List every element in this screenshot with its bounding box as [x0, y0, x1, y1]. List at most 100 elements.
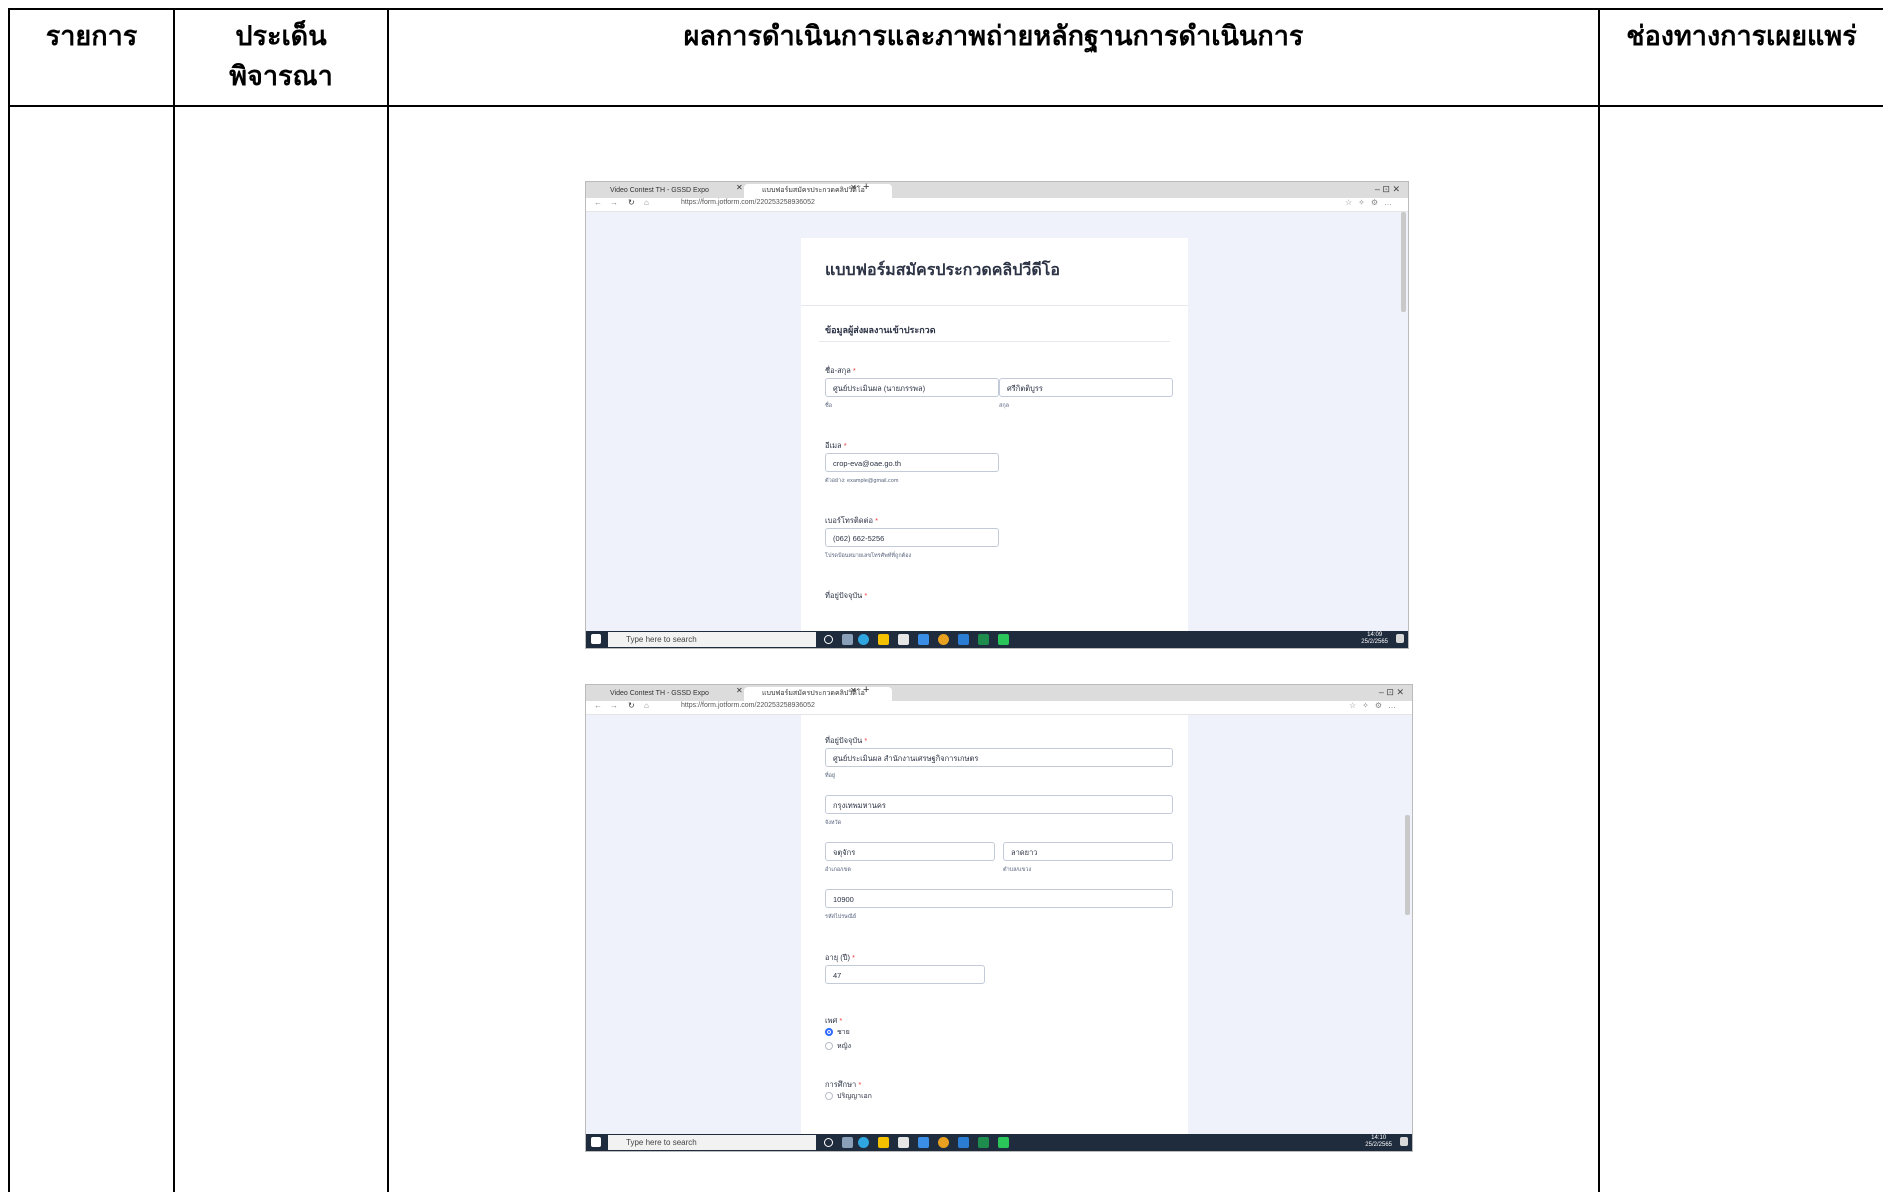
- back-icon[interactable]: ←: [594, 701, 602, 710]
- browser-tools-icon[interactable]: ☆✧⚙…: [1345, 198, 1398, 207]
- task-view-icon[interactable]: [842, 634, 853, 645]
- scrollbar[interactable]: [1401, 212, 1406, 312]
- chrome-icon[interactable]: [938, 1137, 949, 1148]
- cortana-icon[interactable]: [824, 1138, 833, 1147]
- taskbar-clock[interactable]: 14:10 25/2/2565: [1365, 1135, 1392, 1149]
- tab-video-contest[interactable]: Video Contest TH - GSSD Expo: [592, 184, 709, 198]
- close-icon[interactable]: ✕: [736, 183, 743, 192]
- browser-tabbar: Video Contest TH - GSSD Expo ✕ แบบฟอร์มส…: [586, 182, 1408, 198]
- name-label: ชื่อ-สกุล *: [825, 366, 856, 375]
- header-item: รายการ: [45, 21, 138, 52]
- edge-icon[interactable]: [858, 1137, 869, 1148]
- subdistrict-field[interactable]: ลาดยาว: [1003, 842, 1173, 861]
- line-icon[interactable]: [998, 634, 1009, 645]
- file-explorer-icon[interactable]: [878, 634, 889, 645]
- email-label: อีเมล *: [825, 441, 847, 450]
- chrome-icon[interactable]: [938, 634, 949, 645]
- home-icon[interactable]: ⌂: [644, 198, 649, 207]
- tab-video-contest[interactable]: Video Contest TH - GSSD Expo: [592, 687, 709, 701]
- forward-icon[interactable]: →: [610, 701, 618, 710]
- address-bar: ← → ↻ ⌂ https://form.jotform.com/2202532…: [586, 198, 1408, 212]
- divider: [801, 305, 1188, 306]
- form-title: แบบฟอร์มสมัครประกวดคลิปวีดีโอ: [825, 262, 1060, 279]
- notification-icon[interactable]: [1400, 1137, 1408, 1146]
- education-option-doctorate[interactable]: ปริญญาเอก: [825, 1092, 872, 1102]
- zip-field[interactable]: 10900: [825, 889, 1173, 908]
- taskbar-search[interactable]: Type here to search: [608, 632, 816, 647]
- close-icon[interactable]: ✕: [736, 686, 743, 695]
- windows-start-icon[interactable]: [591, 1137, 601, 1147]
- age-field[interactable]: 47: [825, 965, 985, 984]
- address-label: ที่อยู่ปัจจุบัน *: [825, 736, 868, 745]
- mail-icon[interactable]: [918, 634, 929, 645]
- email-hint: ตัวอย่าง: example@gmail.com: [825, 478, 899, 484]
- radio-icon: [825, 1042, 833, 1051]
- header-channels: ช่องทางการเผยแพร่: [1626, 21, 1857, 52]
- window-controls[interactable]: – ⊡ ✕: [1379, 687, 1404, 698]
- first-name-field[interactable]: ศูนย์ประเมินผล (นายภรรพล): [825, 378, 999, 397]
- first-name-hint: ชื่อ: [825, 403, 833, 409]
- browser-tools-icon[interactable]: ☆✧⚙…: [1349, 701, 1402, 710]
- line-icon[interactable]: [998, 1137, 1009, 1148]
- notification-icon[interactable]: [1396, 634, 1404, 643]
- address-bar: ← → ↻ ⌂ https://form.jotform.com/2202532…: [586, 701, 1412, 715]
- address-line-field[interactable]: ศูนย์ประเมินผล สำนักงานเศรษฐกิจการเกษตร: [825, 748, 1173, 767]
- task-view-icon[interactable]: [842, 1137, 853, 1148]
- new-tab-icon[interactable]: +: [863, 182, 869, 193]
- home-icon[interactable]: ⌂: [644, 701, 649, 710]
- age-label: อายุ (ปี) *: [825, 953, 855, 962]
- gender-option-female[interactable]: หญิง: [825, 1042, 851, 1052]
- close-icon[interactable]: ✕: [850, 183, 857, 192]
- gender-option-male[interactable]: ชาย: [825, 1028, 850, 1038]
- taskbar-clock[interactable]: 14:09 25/2/2565: [1361, 632, 1388, 646]
- windows-start-icon[interactable]: [591, 634, 601, 644]
- header-issue: ประเด็น พิจารณา: [229, 21, 333, 92]
- new-tab-icon[interactable]: +: [863, 685, 869, 696]
- province-field[interactable]: กรุงเทพมหานคร: [825, 795, 1173, 814]
- page-viewport: ที่อยู่ปัจจุบัน * ศูนย์ประเมินผล สำนักงา…: [586, 715, 1412, 1135]
- word-icon[interactable]: [958, 634, 969, 645]
- cortana-icon[interactable]: [824, 635, 833, 644]
- browser-tabbar: Video Contest TH - GSSD Expo ✕ แบบฟอร์มส…: [586, 685, 1412, 701]
- excel-icon[interactable]: [978, 634, 989, 645]
- scrollbar[interactable]: [1405, 815, 1410, 915]
- url-field[interactable]: https://form.jotform.com/220253258936052: [681, 199, 815, 206]
- email-field[interactable]: crop-eva@oae.go.th: [825, 453, 999, 472]
- form-card: ที่อยู่ปัจจุบัน * ศูนย์ประเมินผล สำนักงา…: [801, 715, 1188, 1135]
- page-viewport: แบบฟอร์มสมัครประกวดคลิปวีดีโอ ข้อมูลผู้ส…: [586, 212, 1408, 633]
- url-field[interactable]: https://form.jotform.com/220253258936052: [681, 702, 815, 709]
- phone-field[interactable]: (062) 662-5256: [825, 528, 999, 547]
- taskbar-search[interactable]: Type here to search: [608, 1135, 816, 1150]
- radio-selected-icon: [825, 1028, 833, 1037]
- word-icon[interactable]: [958, 1137, 969, 1148]
- last-name-field[interactable]: ศรีกิตติบูรร: [999, 378, 1173, 397]
- phone-label: เบอร์โทรติดต่อ *: [825, 516, 878, 525]
- store-icon[interactable]: [898, 634, 909, 645]
- refresh-icon[interactable]: ↻: [628, 198, 635, 207]
- mail-icon[interactable]: [918, 1137, 929, 1148]
- edge-icon[interactable]: [858, 634, 869, 645]
- col-divider: [387, 10, 389, 1192]
- subdistrict-hint: ตำบล/แขวง: [1003, 867, 1032, 873]
- refresh-icon[interactable]: ↻: [628, 701, 635, 710]
- education-label: การศึกษา *: [825, 1080, 862, 1089]
- close-icon[interactable]: ✕: [850, 686, 857, 695]
- radio-icon: [825, 1092, 833, 1101]
- divider: [819, 341, 1170, 342]
- phone-hint: โปรดป้อนหมายเลขโทรศัพท์ที่ถูกต้อง: [825, 553, 912, 559]
- evidence-screenshot-2: Video Contest TH - GSSD Expo ✕ แบบฟอร์มส…: [585, 684, 1413, 1152]
- excel-icon[interactable]: [978, 1137, 989, 1148]
- form-card: แบบฟอร์มสมัครประกวดคลิปวีดีโอ ข้อมูลผู้ส…: [801, 238, 1188, 633]
- store-icon[interactable]: [898, 1137, 909, 1148]
- tab-form[interactable]: แบบฟอร์มสมัครประกวดคลิปวิดีโอ: [744, 687, 892, 701]
- windows-taskbar: Type here to search 14:09 25/2/2565: [586, 631, 1408, 648]
- section-heading: ข้อมูลผู้ส่งผลงานเข้าประกวด: [825, 325, 936, 335]
- back-icon[interactable]: ←: [594, 198, 602, 207]
- header-results: ผลการดำเนินการและภาพถ่ายหลักฐานการดำเนิน…: [683, 21, 1304, 52]
- forward-icon[interactable]: →: [610, 198, 618, 207]
- header-divider: [10, 105, 1883, 107]
- file-explorer-icon[interactable]: [878, 1137, 889, 1148]
- window-controls[interactable]: – ⊡ ✕: [1375, 184, 1400, 195]
- district-field[interactable]: จตุจักร: [825, 842, 995, 861]
- tab-form[interactable]: แบบฟอร์มสมัครประกวดคลิปวิดีโอ: [744, 184, 892, 198]
